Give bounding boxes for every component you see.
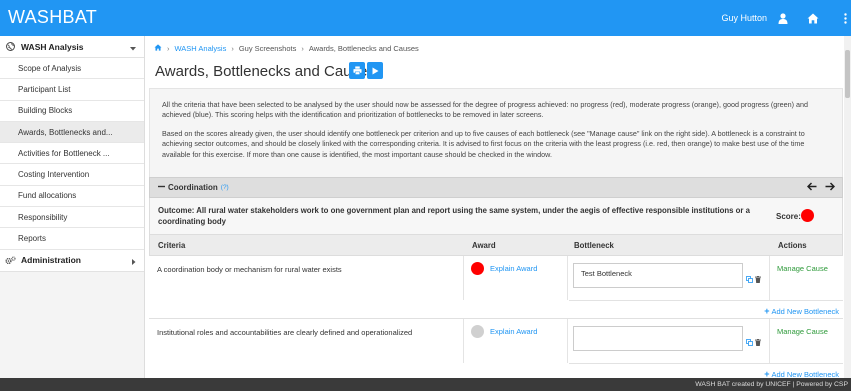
score-indicator <box>801 209 814 222</box>
print-icon <box>352 66 362 75</box>
sidebar-item-building-blocks[interactable]: Building Blocks <box>0 100 144 122</box>
sidebar-item-reports[interactable]: Reports <box>0 228 144 250</box>
coordination-section-header[interactable]: Coordination (?) <box>149 177 843 198</box>
add-new-bottleneck-button[interactable]: + Add New Bottleneck <box>569 300 843 319</box>
arrow-left-icon[interactable] <box>806 182 817 193</box>
caret-down-icon <box>130 43 136 53</box>
chevron-right-icon: › <box>301 44 304 53</box>
sidebar-item-activities[interactable]: Activities for Bottleneck ... <box>0 143 144 165</box>
manage-cause-link[interactable]: Manage Cause <box>777 264 828 273</box>
copy-icon[interactable] <box>746 339 753 348</box>
bottleneck-field[interactable] <box>573 326 743 351</box>
main-content: › WASH Analysis › Guy Screenshots › Awar… <box>146 36 851 382</box>
table-row: Institutional roles and accountabilities… <box>149 319 843 382</box>
top-bar: WASHBAT Guy Hutton <box>0 0 851 36</box>
breadcrumb-wash-analysis[interactable]: WASH Analysis <box>175 44 227 53</box>
column-divider <box>463 256 464 300</box>
user-icon[interactable] <box>775 9 791 27</box>
instructions-paragraph-2: Based on the scores already given, the u… <box>162 128 805 159</box>
column-header-criteria: Criteria <box>158 241 186 250</box>
home-icon[interactable] <box>154 44 162 53</box>
app-brand[interactable]: WASHBAT <box>8 7 97 28</box>
award-indicator[interactable] <box>471 325 484 338</box>
play-button[interactable] <box>367 62 383 79</box>
sidebar-item-responsibility[interactable]: Responsibility <box>0 207 144 229</box>
plus-icon: + <box>764 306 770 316</box>
chevron-right-icon: › <box>167 44 170 53</box>
add-new-bottleneck-label: Add New Bottleneck <box>771 307 839 316</box>
scrollbar-thumb[interactable] <box>845 50 850 98</box>
criteria-text: A coordination body or mechanism for rur… <box>157 265 342 274</box>
home-icon[interactable] <box>805 9 821 27</box>
chevron-right-icon: › <box>231 44 234 53</box>
caret-right-icon <box>132 257 136 267</box>
column-header-actions: Actions <box>778 241 807 250</box>
explain-award-link[interactable]: Explain Award <box>490 327 537 336</box>
sidebar-item-awards-bottlenecks[interactable]: Awards, Bottlenecks and... <box>0 121 144 144</box>
manage-cause-link[interactable]: Manage Cause <box>777 327 828 336</box>
column-header-bottleneck: Bottleneck <box>574 241 614 250</box>
page-title: Awards, Bottlenecks and Causes <box>155 63 375 80</box>
breadcrumb-guy-screenshots[interactable]: Guy Screenshots <box>239 44 297 53</box>
sidebar-item-costing-intervention[interactable]: Costing Intervention <box>0 164 144 186</box>
column-divider <box>463 319 464 363</box>
sidebar-item-fund-allocations[interactable]: Fund allocations <box>0 185 144 208</box>
vertical-scrollbar[interactable] <box>844 36 851 378</box>
copy-icon[interactable] <box>746 276 753 285</box>
sidebar-section-label: Administration <box>21 255 81 266</box>
sidebar-section-label: WASH Analysis <box>21 41 84 52</box>
table-header: Criteria Award Bottleneck Actions <box>149 235 843 256</box>
user-name[interactable]: Guy Hutton <box>721 13 767 23</box>
explain-award-link[interactable]: Explain Award <box>490 264 537 273</box>
trash-icon[interactable] <box>755 339 761 348</box>
footer: WASH BAT created by UNICEF | Powered by … <box>0 378 851 391</box>
sidebar: WASH Analysis Scope of Analysis Particip… <box>0 36 145 378</box>
bottleneck-field[interactable]: Test Bottleneck <box>573 263 743 288</box>
bottleneck-actions <box>746 276 761 285</box>
outcome-text: Outcome: All rural water stakeholders wo… <box>158 206 750 226</box>
sidebar-item-scope-of-analysis[interactable]: Scope of Analysis <box>0 58 144 80</box>
score-label: Score: <box>776 212 801 221</box>
award-indicator[interactable] <box>471 262 484 275</box>
criteria-text: Institutional roles and accountabilities… <box>157 328 413 337</box>
instructions-paragraph-1: All the criteria that have been selected… <box>162 100 809 120</box>
section-nav-arrows <box>806 182 836 193</box>
bottleneck-actions <box>746 339 761 348</box>
play-icon <box>372 67 378 74</box>
sidebar-section-administration[interactable]: Administration <box>0 249 144 272</box>
arrow-right-icon[interactable] <box>825 182 836 193</box>
column-divider <box>769 319 770 363</box>
collapse-icon[interactable] <box>158 183 165 192</box>
breadcrumb: › WASH Analysis › Guy Screenshots › Awar… <box>154 44 419 53</box>
column-divider <box>769 256 770 300</box>
sidebar-item-participant-list[interactable]: Participant List <box>0 79 144 101</box>
section-title: Coordination <box>168 183 218 192</box>
sidebar-section-wash-analysis[interactable]: WASH Analysis <box>0 36 144 58</box>
column-divider <box>567 319 568 363</box>
trash-icon[interactable] <box>755 276 761 285</box>
print-button[interactable] <box>349 62 365 79</box>
outcome-row: Outcome: All rural water stakeholders wo… <box>149 198 843 235</box>
help-link[interactable]: (?) <box>221 184 229 191</box>
column-header-award: Award <box>472 241 496 250</box>
globe-icon <box>3 42 17 51</box>
more-options-icon[interactable] <box>841 9 849 27</box>
column-divider <box>567 256 568 300</box>
cogs-icon <box>3 256 17 265</box>
breadcrumb-current: Awards, Bottlenecks and Causes <box>308 44 419 53</box>
table-row: A coordination body or mechanism for rur… <box>149 256 843 319</box>
